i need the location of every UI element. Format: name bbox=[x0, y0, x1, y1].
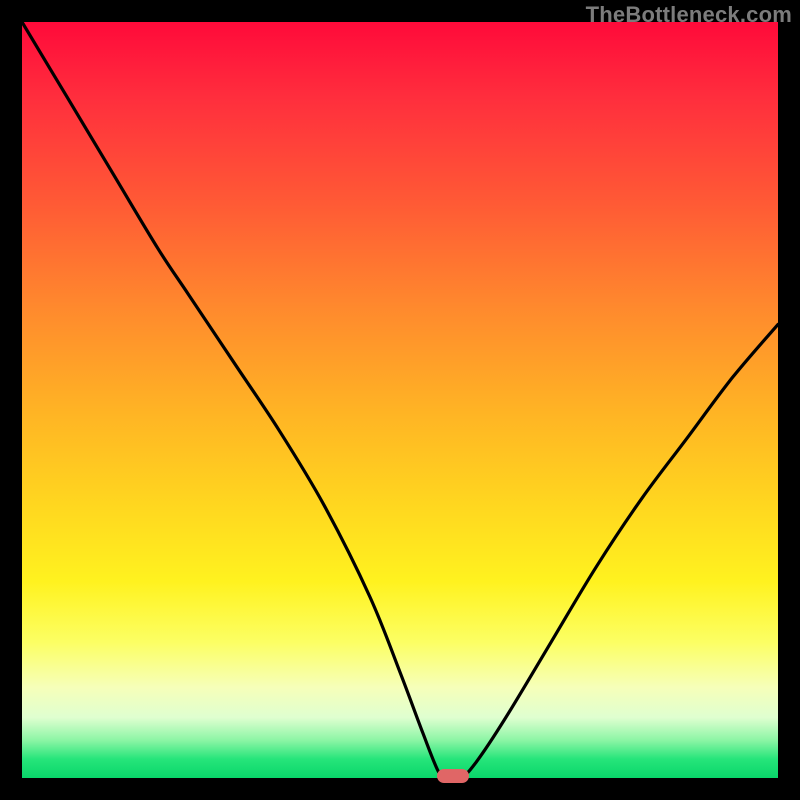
bottleneck-curve bbox=[22, 22, 778, 778]
chart-stage: TheBottleneck.com bbox=[0, 0, 800, 800]
plot-area bbox=[22, 22, 778, 778]
curve-layer bbox=[22, 22, 778, 778]
optimum-marker bbox=[437, 769, 469, 783]
